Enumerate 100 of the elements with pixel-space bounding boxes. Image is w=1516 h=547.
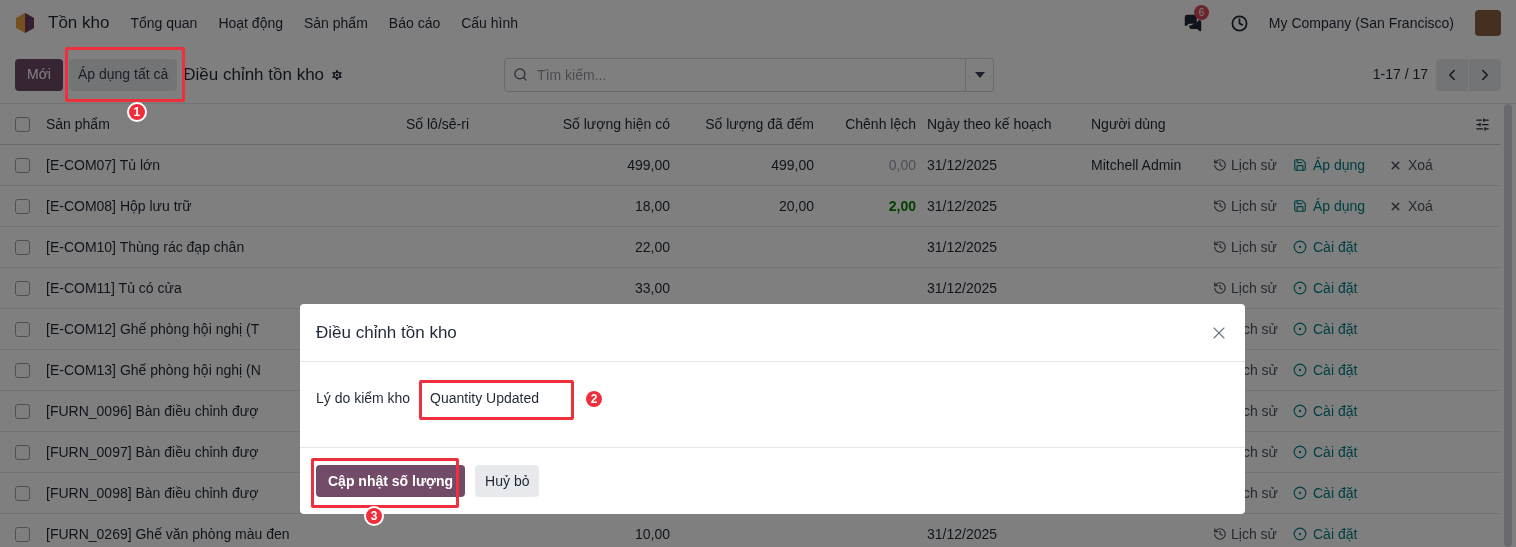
column-header[interactable]: Người dùng — [1091, 113, 1205, 135]
new-button[interactable]: Mới — [15, 58, 63, 91]
scheduled-date: 31/12/2025 — [927, 238, 998, 255]
target-icon — [1293, 240, 1307, 254]
history-link[interactable]: Lịch sử — [1205, 154, 1293, 176]
target-icon — [1293, 445, 1307, 459]
user-name: Mitchell Admin — [1091, 156, 1182, 173]
annotation-number: 3 — [364, 506, 384, 526]
install-link[interactable]: Cài đặt — [1293, 441, 1389, 463]
menu-item[interactable]: Báo cáo — [388, 12, 441, 34]
scheduled-date: 31/12/2025 — [927, 525, 998, 542]
reason-field[interactable]: Quantity Updated — [420, 384, 570, 409]
checkbox[interactable] — [15, 321, 30, 337]
search-icon — [513, 66, 529, 82]
clock-icon[interactable] — [1230, 14, 1248, 32]
checkbox[interactable] — [15, 157, 30, 173]
menu-item[interactable]: Hoạt động — [218, 12, 283, 34]
annotation-number: 2 — [584, 389, 604, 409]
checkbox[interactable] — [15, 239, 30, 255]
menu-item[interactable]: Sản phẩm — [304, 12, 368, 34]
checkbox[interactable] — [15, 403, 30, 419]
apply-link[interactable]: Áp dụng — [1293, 195, 1389, 217]
settings-icon[interactable] — [330, 67, 345, 82]
next-button[interactable] — [1469, 58, 1501, 91]
company-name[interactable]: My Company (San Francisco) — [1268, 12, 1454, 34]
install-link[interactable]: Cài đặt — [1293, 359, 1389, 381]
product-name: [E-COM13] Ghế phòng hội nghị (N — [46, 360, 261, 380]
checkbox[interactable] — [15, 198, 30, 214]
dialog-title: Điều chỉnh tồn kho — [316, 321, 458, 344]
dropdown-toggle[interactable] — [966, 57, 995, 92]
column-header[interactable]: Ngày theo kế hoạch — [916, 113, 1091, 135]
target-icon — [1293, 527, 1307, 541]
scheduled-date: 31/12/2025 — [927, 156, 998, 173]
menu-item[interactable]: Tổng quan — [130, 12, 198, 34]
quantity-on-hand: 10,00 — [634, 525, 670, 542]
message-count: 6 — [1193, 5, 1210, 20]
product-name: [E-COM11] Tủ có cửa — [46, 278, 182, 298]
install-link[interactable]: Cài đặt — [1293, 236, 1389, 258]
search-field[interactable]: Tìm kiếm... — [504, 57, 967, 92]
logo-icon — [15, 12, 35, 34]
field-label: Lý do kiểm kho — [316, 389, 412, 408]
apply-all-button[interactable]: Áp dụng tất cả — [68, 58, 178, 91]
quantity-on-hand: 22,00 — [634, 238, 670, 255]
install-link[interactable]: Cài đặt — [1293, 277, 1389, 299]
product-name: [FURN_0269] Ghế văn phòng màu đen — [46, 524, 290, 544]
sliders-icon[interactable] — [1475, 116, 1490, 132]
install-link[interactable]: Cài đặt — [1293, 482, 1389, 504]
target-icon — [1293, 404, 1307, 418]
install-link[interactable]: Cài đặt — [1293, 400, 1389, 422]
page-title: Điều chỉnh tồn kho — [183, 63, 325, 86]
save-icon — [1293, 158, 1307, 172]
checkbox[interactable] — [15, 526, 30, 542]
column-header[interactable]: Số lượng hiện có — [556, 113, 670, 135]
difference-value: 2,00 — [888, 197, 916, 214]
quantity-on-hand: 33,00 — [634, 279, 670, 296]
apply-link[interactable]: Áp dụng — [1293, 154, 1389, 176]
save-icon — [1293, 199, 1307, 213]
checkbox[interactable] — [15, 280, 30, 296]
history-icon — [1213, 199, 1227, 213]
history-link[interactable]: Lịch sử — [1205, 523, 1293, 545]
target-icon — [1293, 363, 1307, 377]
close-icon — [1389, 199, 1402, 213]
history-icon — [1213, 240, 1227, 254]
history-icon — [1213, 281, 1227, 295]
cancel-button[interactable]: Huỷ bỏ — [475, 465, 540, 497]
column-header[interactable]: Số lượng đã đếm — [670, 113, 814, 135]
counted-quantity: 20,00 — [778, 197, 814, 214]
scheduled-date: 31/12/2025 — [927, 197, 998, 214]
checkbox[interactable] — [15, 362, 30, 378]
product-name: [E-COM07] Tủ lớn — [46, 155, 160, 175]
checkbox[interactable] — [15, 444, 30, 460]
column-header[interactable]: Chênh lệch — [814, 113, 916, 135]
product-name: [E-COM12] Ghế phòng hội nghị (T — [46, 319, 260, 339]
scheduled-date: 31/12/2025 — [927, 279, 998, 296]
product-name: [FURN_0098] Bàn điều chỉnh đượ — [46, 483, 259, 503]
checkbox[interactable] — [15, 116, 30, 132]
delete-link[interactable]: Xoá — [1389, 195, 1433, 217]
menu-item[interactable]: Cấu hình — [461, 12, 519, 34]
app-name[interactable]: Tồn kho — [48, 10, 110, 36]
target-icon — [1293, 281, 1307, 295]
history-link[interactable]: Lịch sử — [1205, 236, 1293, 258]
history-icon — [1213, 158, 1227, 172]
install-link[interactable]: Cài đặt — [1293, 318, 1389, 340]
column-header[interactable]: Số lô/sê-ri — [406, 113, 556, 135]
chat-icon[interactable] — [1183, 14, 1202, 32]
counted-quantity: 499,00 — [771, 156, 814, 173]
target-icon — [1293, 322, 1307, 336]
update-quantity-button[interactable]: Cập nhật số lượng — [316, 465, 466, 497]
product-name: [E-COM08] Hộp lưu trữ — [46, 196, 192, 216]
user-avatar[interactable] — [1475, 10, 1501, 36]
pager-value[interactable]: 1-17 / 17 — [1372, 64, 1428, 85]
checkbox[interactable] — [15, 485, 30, 501]
target-icon — [1293, 486, 1307, 500]
previous-button[interactable] — [1436, 58, 1468, 91]
history-link[interactable]: Lịch sử — [1205, 195, 1293, 217]
history-link[interactable]: Lịch sử — [1205, 277, 1293, 299]
caret-icon — [974, 71, 985, 78]
install-link[interactable]: Cài đặt — [1293, 523, 1389, 545]
quantity-on-hand: 18,00 — [634, 197, 670, 214]
delete-link[interactable]: Xoá — [1389, 154, 1433, 176]
